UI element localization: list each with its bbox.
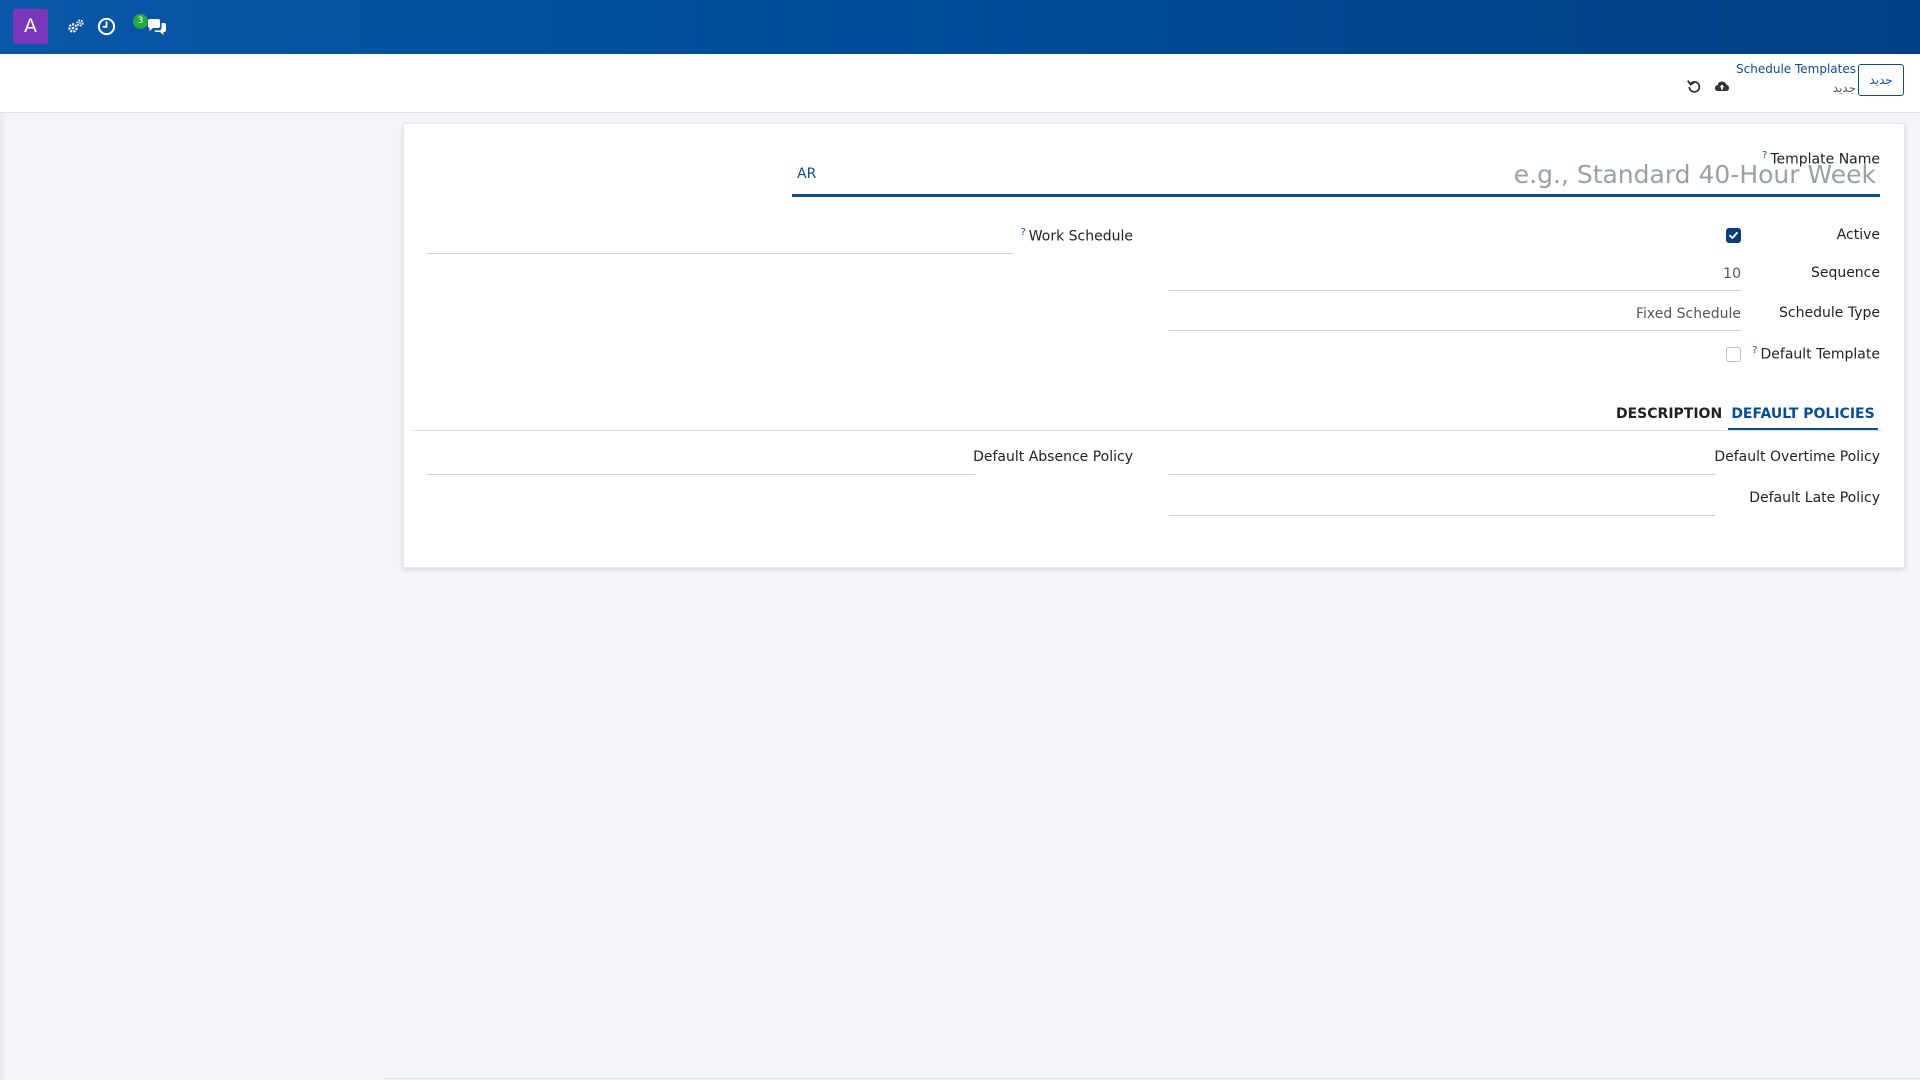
work-schedule-label: ? Work Schedule xyxy=(1020,227,1133,245)
schedule-type-value: Fixed Schedule xyxy=(1635,306,1741,322)
default-template-checkbox[interactable] xyxy=(1726,347,1741,362)
undo-icon[interactable] xyxy=(1686,78,1702,94)
control-panel: جديد Schedule Templates جديد xyxy=(0,54,1920,113)
absence-policy-field[interactable] xyxy=(427,473,975,475)
active-label: Active xyxy=(1836,227,1880,243)
schedule-type-label: Schedule Type xyxy=(1779,305,1880,321)
sequence-value: 10 xyxy=(1723,266,1741,282)
overtime-policy-label: Default Overtime Policy xyxy=(1714,449,1880,465)
absence-policy-label: Default Absence Policy xyxy=(973,449,1133,465)
active-checkbox[interactable] xyxy=(1726,228,1741,243)
breadcrumb-parent[interactable]: Schedule Templates xyxy=(1736,62,1856,76)
sequence-label: Sequence xyxy=(1810,265,1880,281)
bottom-divider xyxy=(385,1078,1920,1079)
clock-icon[interactable] xyxy=(97,17,117,37)
template-name-input[interactable]: AR e.g., Standard 40-Hour Week xyxy=(792,158,1880,197)
tab-default-policies[interactable]: DEFAULT POLICIES xyxy=(1728,400,1878,430)
gears-icon[interactable] xyxy=(67,17,87,37)
late-policy-label: Default Late Policy xyxy=(1749,490,1880,506)
left-edge-shadow xyxy=(0,113,7,1080)
chat-icon[interactable] xyxy=(146,18,168,38)
breadcrumb-current: جديد xyxy=(1832,81,1856,95)
late-policy-field[interactable] xyxy=(1169,514,1715,516)
sequence-input[interactable] xyxy=(1169,289,1741,291)
new-button[interactable]: جديد xyxy=(1858,64,1904,96)
work-schedule-field[interactable] xyxy=(427,252,1013,254)
template-name-placeholder: e.g., Standard 40-Hour Week xyxy=(1513,160,1876,189)
default-template-label: ? Default Template xyxy=(1752,345,1880,363)
top-navbar: A 3 xyxy=(0,0,1920,54)
default-template-help[interactable]: ? xyxy=(1752,345,1757,356)
schedule-type-select[interactable] xyxy=(1169,329,1741,331)
language-toggle[interactable]: AR xyxy=(797,166,816,182)
user-avatar[interactable]: A xyxy=(13,9,48,44)
form-sheet: ? Template Name AR e.g., Standard 40-Hour… xyxy=(403,123,1905,568)
tabs-divider xyxy=(412,430,1882,431)
work-schedule-help[interactable]: ? xyxy=(1020,227,1025,238)
tab-description[interactable]: DESCRIPTION xyxy=(1616,400,1722,428)
cloud-upload-icon[interactable] xyxy=(1714,78,1730,94)
overtime-policy-field[interactable] xyxy=(1169,473,1715,475)
